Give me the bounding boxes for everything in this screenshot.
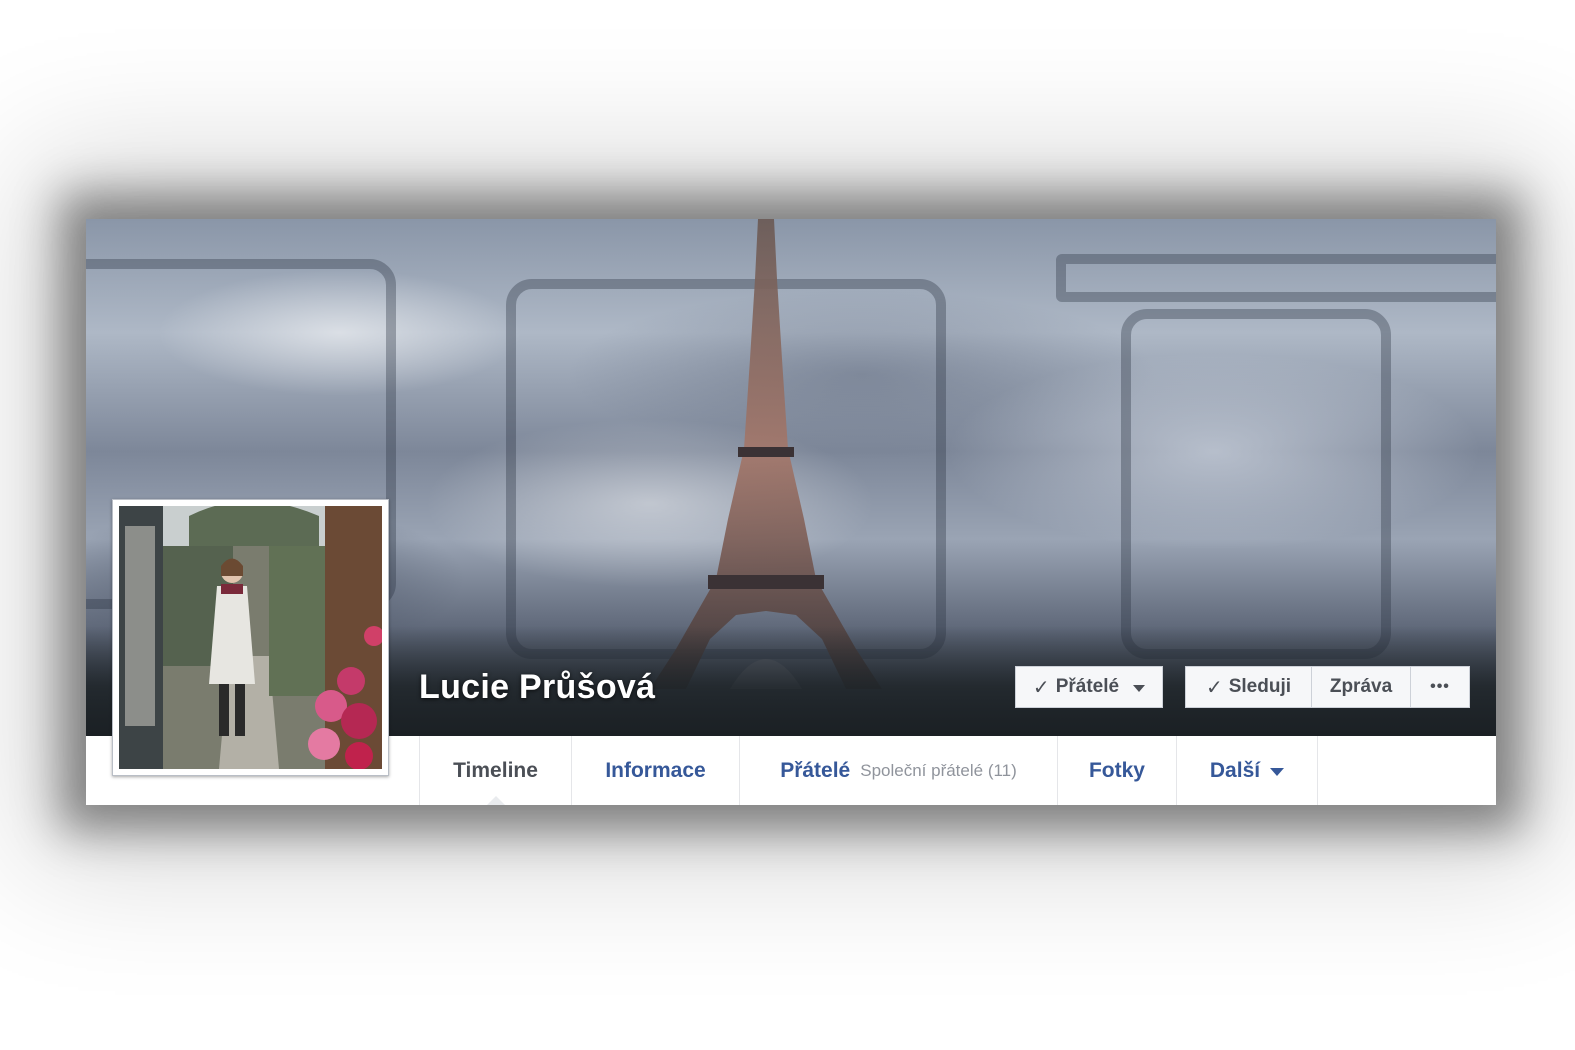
profile-photo xyxy=(119,506,382,769)
tab-informace[interactable]: Informace xyxy=(572,736,740,805)
message-button-label: Zpráva xyxy=(1329,676,1393,697)
profile-tabs: Timeline Informace Přátelé Společní přát… xyxy=(419,736,1318,805)
following-button[interactable]: ✓ Sleduji xyxy=(1185,666,1312,708)
tab-label: Další xyxy=(1209,758,1261,782)
tab-label: Fotky xyxy=(1088,758,1145,782)
tab-fotky[interactable]: Fotky xyxy=(1058,736,1177,805)
caret-down-icon xyxy=(1270,767,1285,776)
tab-timeline[interactable]: Timeline xyxy=(420,736,572,805)
tab-label: Přátelé xyxy=(780,758,851,782)
caret-down-icon xyxy=(1133,684,1146,692)
train-window-reflection xyxy=(1056,254,1496,302)
profile-header: Lucie Průšová ✓ Přátelé ✓ Sleduji Zpráva… xyxy=(86,219,1496,805)
ellipsis-icon: ••• xyxy=(1430,678,1450,695)
tab-label: Timeline xyxy=(453,758,538,782)
tab-dalsi[interactable]: Další xyxy=(1177,736,1318,805)
train-window-reflection xyxy=(1121,309,1391,659)
tab-pratele[interactable]: Přátelé Společní přátelé (11) xyxy=(740,736,1058,805)
message-button[interactable]: Zpráva xyxy=(1311,666,1411,708)
mutual-friends-count[interactable]: Společní přátelé (11) xyxy=(860,761,1017,781)
friends-button-label: Přátelé xyxy=(1055,676,1120,697)
tab-label: Informace xyxy=(605,758,706,782)
profile-name[interactable]: Lucie Průšová xyxy=(419,668,655,707)
check-icon: ✓ xyxy=(1032,676,1050,699)
profile-picture[interactable] xyxy=(112,499,389,776)
more-options-button[interactable]: ••• xyxy=(1410,666,1470,708)
profile-photo-image xyxy=(119,506,382,769)
following-button-label: Sleduji xyxy=(1228,676,1292,697)
friends-button[interactable]: ✓ Přátelé xyxy=(1015,666,1163,708)
check-icon: ✓ xyxy=(1205,676,1223,699)
